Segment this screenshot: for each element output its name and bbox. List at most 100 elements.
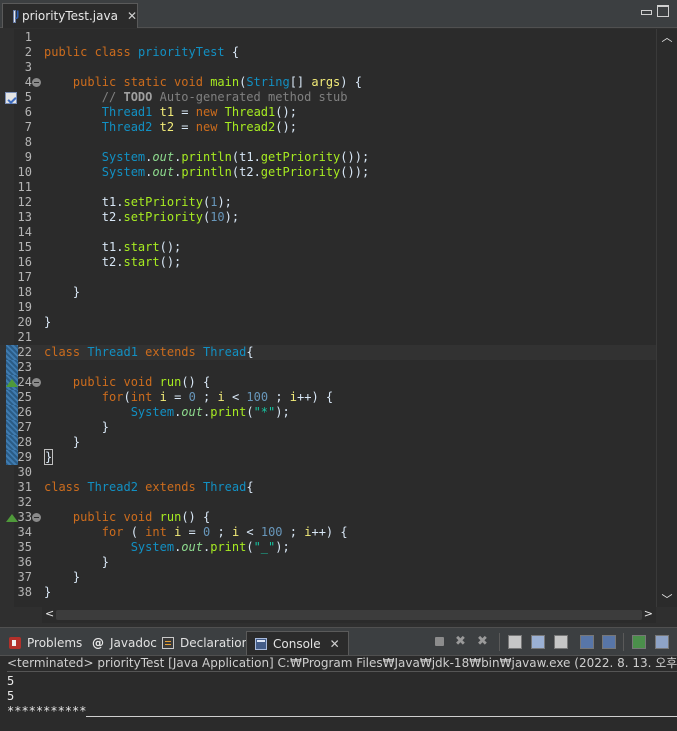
code-line[interactable]: 12 t1.setPriority(1); — [0, 195, 656, 210]
code-text[interactable]: } — [44, 555, 109, 570]
code-text[interactable]: } — [44, 570, 80, 585]
code-line[interactable]: 15 t1.start(); — [0, 240, 656, 255]
code-text[interactable]: System.out.println(t2.getPriority()); — [44, 165, 369, 180]
code-text[interactable]: } — [44, 315, 51, 330]
scroll-left-icon[interactable]: < — [45, 607, 54, 620]
editor-horizontal-scrollbar[interactable]: < > — [42, 607, 656, 623]
code-text[interactable]: } — [44, 435, 80, 450]
scroll-down-icon[interactable]: ﹀ — [657, 591, 677, 607]
code-line[interactable]: 35 System.out.print("_"); — [0, 540, 656, 555]
code-text[interactable]: class Thread1 extends Thread{ — [44, 345, 254, 360]
fold-icon[interactable] — [32, 378, 41, 387]
code-text[interactable]: t1.start(); — [44, 240, 182, 255]
word-wrap-icon[interactable] — [554, 635, 568, 649]
code-line[interactable]: 2 public class priorityTest { — [0, 45, 656, 60]
code-line[interactable]: 19 — [0, 300, 656, 315]
code-line[interactable]: 5 // TODO Auto-generated method stub — [0, 90, 656, 105]
line-number: 34 — [17, 525, 32, 539]
code-text[interactable]: // TODO Auto-generated method stub — [44, 90, 348, 105]
code-line[interactable]: 3 — [0, 60, 656, 75]
display-console-icon[interactable] — [602, 635, 616, 649]
code-text[interactable]: System.out.print("_"); — [44, 540, 290, 555]
code-text[interactable]: t2.setPriority(10); — [44, 210, 239, 225]
code-line[interactable]: 26 System.out.print("*"); — [0, 405, 656, 420]
code-line[interactable]: 36 } — [0, 555, 656, 570]
code-text[interactable]: t2.start(); — [44, 255, 182, 270]
line-number: 37 — [17, 570, 32, 584]
code-line[interactable]: 30 — [0, 465, 656, 480]
code-line[interactable]: 34 for ( int i = 0 ; i < 100 ; i++) { — [0, 525, 656, 540]
code-text[interactable]: } — [44, 420, 109, 435]
tab-javadoc[interactable]: @ Javadoc — [92, 631, 157, 655]
code-line[interactable]: 24 public void run() { — [0, 375, 656, 390]
code-text[interactable]: } — [44, 449, 54, 465]
code-line[interactable]: 25 for(int i = 0 ; i < 100 ; i++) { — [0, 390, 656, 405]
code-line[interactable]: 28 } — [0, 435, 656, 450]
terminate-icon[interactable] — [433, 635, 447, 649]
scroll-lock-icon[interactable] — [531, 635, 545, 649]
scrollbar-thumb[interactable] — [56, 610, 642, 620]
code-line[interactable]: 32 — [0, 495, 656, 510]
pin-console-icon[interactable] — [580, 635, 594, 649]
editor-vertical-scrollbar[interactable]: ︿ ﹀ — [656, 29, 677, 607]
fold-icon[interactable] — [32, 78, 41, 87]
scroll-up-icon[interactable]: ︿ — [657, 29, 677, 45]
code-line[interactable]: 29} — [0, 449, 656, 465]
code-line[interactable]: 1 — [0, 30, 656, 45]
minimize-icon[interactable] — [640, 5, 652, 17]
code-text[interactable]: public void run() { — [44, 375, 210, 390]
code-line[interactable]: 11 — [0, 180, 656, 195]
close-icon[interactable]: ✕ — [330, 637, 340, 651]
code-line[interactable]: 8 — [0, 135, 656, 150]
tab-declaration[interactable]: Declaration — [162, 631, 249, 655]
code-text[interactable]: System.out.print("*"); — [44, 405, 290, 420]
clear-console-icon[interactable] — [508, 635, 522, 649]
code-line[interactable]: 13 t2.setPriority(10); — [0, 210, 656, 225]
code-line[interactable]: 27 } — [0, 420, 656, 435]
code-line[interactable]: 4 public static void main(String[] args)… — [0, 75, 656, 90]
open-console-icon[interactable] — [632, 635, 646, 649]
code-text[interactable]: Thread1 t1 = new Thread1(); — [44, 105, 297, 120]
close-icon[interactable]: ✕ — [127, 9, 137, 23]
fold-icon[interactable] — [32, 513, 41, 522]
code-line[interactable]: 23 — [0, 360, 656, 375]
code-line[interactable]: 16 t2.start(); — [0, 255, 656, 270]
maximize-icon[interactable] — [657, 5, 669, 17]
remove-launch-icon[interactable]: ✖ — [455, 635, 469, 649]
code-line[interactable]: 33 public void run() { — [0, 510, 656, 525]
code-line[interactable]: 20} — [0, 315, 656, 330]
code-line[interactable]: 7 Thread2 t2 = new Thread2(); — [0, 120, 656, 135]
code-text[interactable]: class Thread2 extends Thread{ — [44, 480, 254, 495]
console-output[interactable]: <terminated> priorityTest [Java Applicat… — [0, 656, 677, 731]
code-text[interactable]: public class priorityTest { — [44, 45, 239, 60]
code-line[interactable]: 14 — [0, 225, 656, 240]
code-line[interactable]: 9 System.out.println(t1.getPriority()); — [0, 150, 656, 165]
code-text[interactable]: for ( int i = 0 ; i < 100 ; i++) { — [44, 525, 348, 540]
code-text[interactable]: Thread2 t2 = new Thread2(); — [44, 120, 297, 135]
code-text[interactable]: for(int i = 0 ; i < 100 ; i++) { — [44, 390, 333, 405]
code-line[interactable]: 21 — [0, 330, 656, 345]
code-line[interactable]: 18 } — [0, 285, 656, 300]
code-text[interactable]: public void run() { — [44, 510, 210, 525]
code-line[interactable]: 38} — [0, 585, 656, 600]
code-line[interactable]: 31 class Thread2 extends Thread{ — [0, 480, 656, 495]
code-text[interactable]: } — [44, 585, 51, 600]
code-text[interactable]: t1.setPriority(1); — [44, 195, 232, 210]
code-line[interactable]: 10 System.out.println(t2.getPriority()); — [0, 165, 656, 180]
tab-label: Problems — [27, 636, 83, 650]
code-line[interactable]: 37 } — [0, 570, 656, 585]
editor-tab-prioritytest[interactable]: priorityTest.java ✕ — [2, 3, 138, 28]
view-menu-icon[interactable] — [655, 635, 669, 649]
code-line[interactable]: 22 class Thread1 extends Thread{ — [0, 345, 656, 360]
code-line[interactable]: 6 Thread1 t1 = new Thread1(); — [0, 105, 656, 120]
code-line[interactable]: 17 — [0, 270, 656, 285]
code-text[interactable]: } — [44, 285, 80, 300]
code-text[interactable]: System.out.println(t1.getPriority()); — [44, 150, 369, 165]
code-text[interactable]: public static void main(String[] args) { — [44, 75, 362, 90]
tab-console[interactable]: Console ✕ — [246, 631, 349, 655]
line-number: 10 — [17, 165, 32, 179]
tab-problems[interactable]: Problems — [9, 631, 82, 655]
scroll-right-icon[interactable]: > — [644, 607, 653, 620]
remove-all-icon[interactable]: ✖ — [477, 635, 491, 649]
code-editor[interactable]: 1 2 public class priorityTest {3 4 public s… — [0, 29, 656, 607]
